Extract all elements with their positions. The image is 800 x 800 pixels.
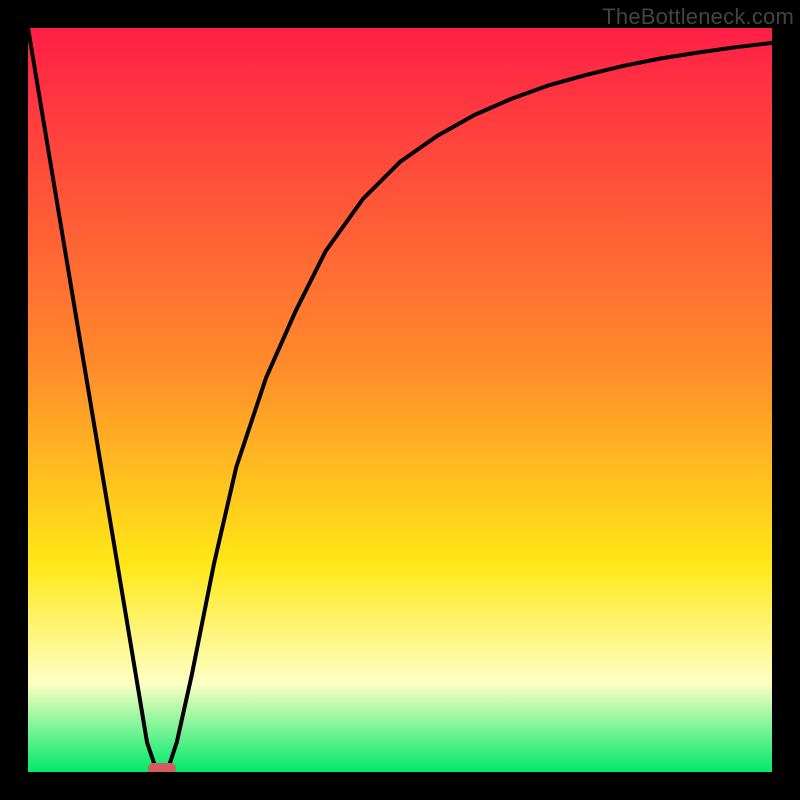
optimum-marker [148,763,176,772]
plot-svg [28,28,772,772]
chart-frame: TheBottleneck.com [0,0,800,800]
watermark-text: TheBottleneck.com [602,4,794,30]
plot-area [28,28,772,772]
gradient-background [28,28,772,772]
